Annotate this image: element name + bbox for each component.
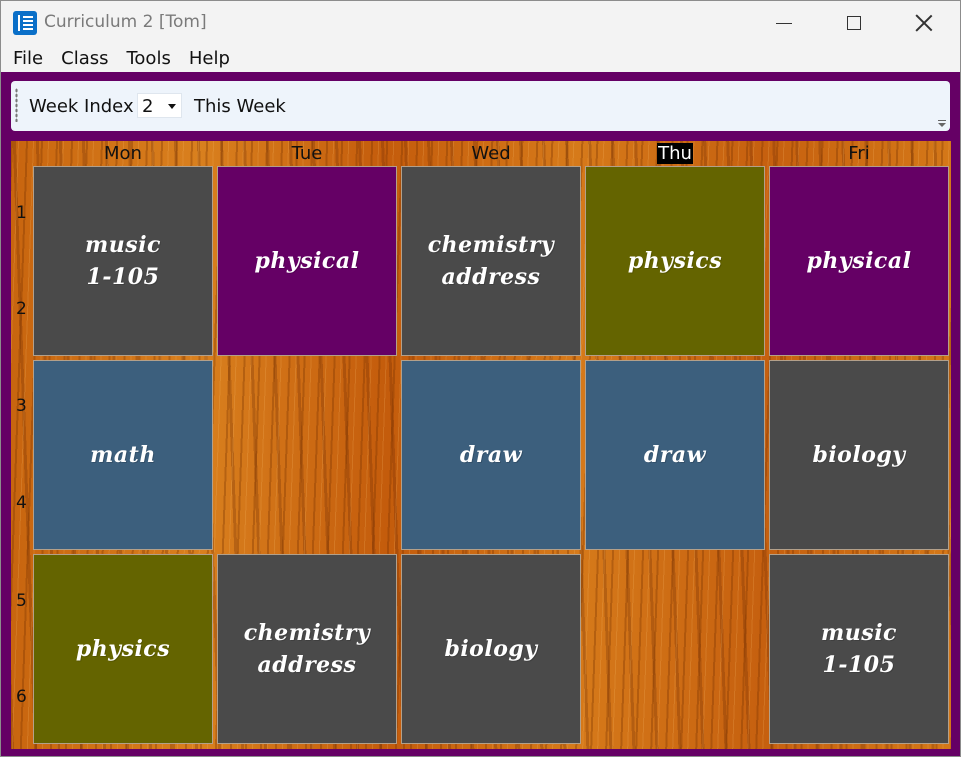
menu-help[interactable]: Help: [189, 48, 230, 69]
class-subject: physical: [254, 248, 360, 274]
class-subject: music: [85, 232, 161, 258]
class-cell-text: draw: [460, 439, 522, 471]
class-subject: chemistry: [243, 620, 371, 646]
class-cell-text: physics: [76, 633, 170, 665]
dropdown-arrow-icon: [168, 104, 176, 109]
class-cell-text: draw: [644, 439, 706, 471]
class-cell-thu-2[interactable]: draw: [585, 360, 765, 550]
class-location: address: [257, 652, 357, 678]
period-label-5: 5: [16, 591, 27, 611]
class-cell-text: chemistry address: [244, 617, 370, 681]
class-cell-wed-3[interactable]: biology: [401, 554, 581, 744]
app-logo-icon: [13, 11, 37, 35]
class-cell-text: biology: [812, 439, 905, 471]
class-subject: chemistry: [427, 232, 555, 258]
class-location: 1-105: [86, 264, 160, 290]
day-header-wed: Wed: [471, 143, 511, 164]
window-title: Curriculum 2 [Tom]: [44, 12, 207, 32]
class-subject: physics: [75, 636, 171, 662]
minimize-icon: [776, 22, 792, 24]
class-location: 1-105: [822, 652, 896, 678]
class-cell-text: physical: [255, 245, 360, 277]
day-header-thu: Thu: [657, 143, 693, 164]
menu-class[interactable]: Class: [61, 48, 108, 69]
menu-tools[interactable]: Tools: [126, 48, 170, 69]
class-cell-tue-1[interactable]: physical: [217, 166, 397, 356]
class-cell-tue-3[interactable]: chemistry address: [217, 554, 397, 744]
class-cell-wed-1[interactable]: chemistry address: [401, 166, 581, 356]
class-cell-fri-2[interactable]: biology: [769, 360, 949, 550]
timetable-grid: Mon Tue Wed Thu Fri 1 2 3 4 5 6 music 1-1…: [11, 141, 951, 749]
toolbar-extension-icon[interactable]: [937, 118, 947, 128]
this-week-label: This Week: [194, 96, 286, 117]
class-cell-mon-2[interactable]: math: [33, 360, 213, 550]
class-cell-text: music 1-105: [821, 617, 897, 681]
maximize-button[interactable]: [831, 1, 877, 45]
class-location: address: [441, 264, 541, 290]
class-subject: physics: [627, 248, 723, 274]
week-index-select[interactable]: 2: [137, 93, 182, 118]
close-button[interactable]: [901, 1, 947, 45]
class-subject: biology: [444, 636, 538, 662]
class-cell-text: physical: [807, 245, 912, 277]
week-index-label: Week Index: [29, 96, 134, 117]
class-cell-wed-2[interactable]: draw: [401, 360, 581, 550]
period-label-2: 2: [16, 299, 27, 319]
day-header-mon: Mon: [104, 143, 142, 164]
app-window: Curriculum 2 [Tom] File Class Tools Help…: [0, 0, 961, 757]
period-label-1: 1: [16, 203, 27, 223]
class-subject: biology: [812, 442, 906, 468]
toolbar-grip-handle[interactable]: [15, 88, 18, 122]
class-cell-text: physics: [628, 245, 722, 277]
menu-file[interactable]: File: [13, 48, 43, 69]
class-subject: draw: [643, 442, 707, 468]
day-header-tue: Tue: [291, 143, 323, 164]
day-header-fri: Fri: [848, 143, 870, 164]
class-subject: draw: [459, 442, 523, 468]
week-index-value: 2: [142, 96, 154, 117]
class-cell-mon-1[interactable]: music 1-105: [33, 166, 213, 356]
class-cell-fri-3[interactable]: music 1-105: [769, 554, 949, 744]
class-cell-fri-1[interactable]: physical: [769, 166, 949, 356]
menu-bar: File Class Tools Help: [1, 45, 960, 72]
class-subject: math: [90, 442, 156, 468]
period-label-3: 3: [16, 396, 27, 416]
maximize-icon: [847, 16, 861, 30]
class-cell-thu-1[interactable]: physics: [585, 166, 765, 356]
period-label-6: 6: [16, 687, 27, 707]
title-bar[interactable]: Curriculum 2 [Tom]: [1, 1, 960, 45]
class-cell-text: chemistry address: [428, 229, 554, 293]
class-subject: physical: [806, 248, 912, 274]
class-subject: music: [821, 620, 897, 646]
week-toolbar: Week Index 2 This Week: [11, 81, 950, 131]
minimize-button[interactable]: [761, 1, 807, 45]
period-label-4: 4: [16, 493, 27, 513]
close-icon: [915, 14, 933, 32]
class-cell-mon-3[interactable]: physics: [33, 554, 213, 744]
class-cell-text: math: [90, 439, 156, 471]
class-cell-text: biology: [444, 633, 537, 665]
class-cell-text: music 1-105: [85, 229, 161, 293]
